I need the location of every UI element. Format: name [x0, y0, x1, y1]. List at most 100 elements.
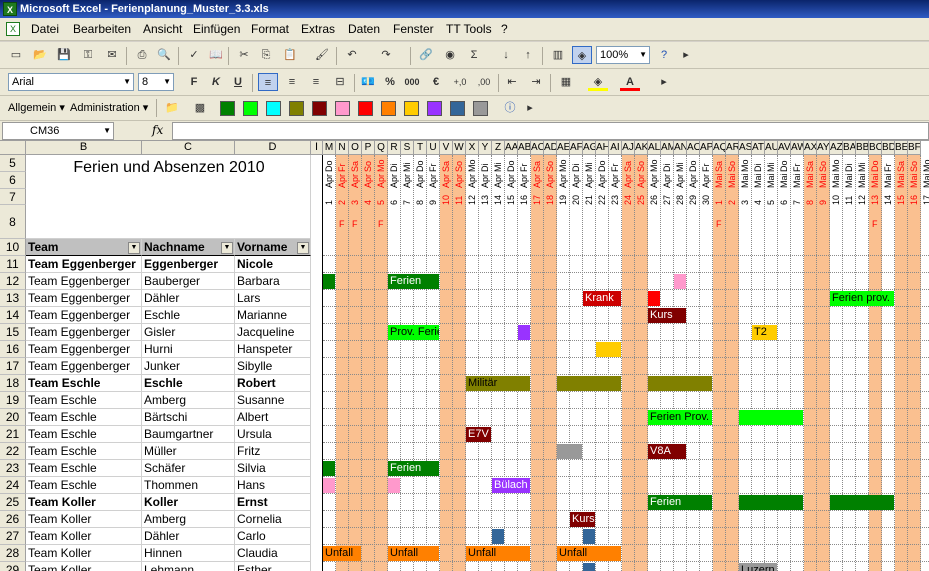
col-header-day[interactable]: BD [882, 141, 895, 155]
absence-block[interactable] [674, 274, 686, 289]
vorname-cell[interactable]: Sibylle [235, 358, 311, 375]
col-header-day[interactable]: AQ [713, 141, 726, 155]
vorname-cell[interactable]: Carlo [235, 528, 311, 545]
color-yellow-swatch[interactable] [404, 101, 419, 116]
new-icon[interactable]: ▭ [6, 46, 26, 64]
team-cell[interactable]: Team Eggenberger [26, 290, 142, 307]
team-cell[interactable]: Team Eschle [26, 477, 142, 494]
day-column[interactable] [492, 155, 505, 571]
select-all-corner[interactable] [0, 141, 26, 155]
zoom-select[interactable]: 100% ▼ [596, 46, 650, 64]
increase-indent-icon[interactable]: ⇥ [526, 73, 546, 91]
absence-block[interactable] [583, 529, 595, 544]
paste-icon[interactable]: 📋 [280, 46, 300, 64]
team-cell[interactable]: Team Koller [26, 562, 142, 571]
row-header[interactable]: 28 [0, 545, 26, 562]
color-olive-swatch[interactable] [289, 101, 304, 116]
day-column[interactable] [557, 155, 570, 571]
print-icon[interactable]: ⎙ [132, 46, 152, 64]
team-cell[interactable]: Team Koller [26, 494, 142, 511]
col-header-day[interactable]: AI [609, 141, 622, 155]
team-cell[interactable]: Team Eschle [26, 426, 142, 443]
vorname-cell[interactable]: Claudia [235, 545, 311, 562]
nachname-cell[interactable]: Müller [142, 443, 235, 460]
row-header[interactable]: 6 [0, 172, 26, 189]
col-header-day[interactable]: AC [531, 141, 544, 155]
row-header[interactable]: 12 [0, 273, 26, 290]
nachname-cell[interactable]: Dähler [142, 528, 235, 545]
color-cyan-swatch[interactable] [266, 101, 281, 116]
day-column[interactable] [895, 155, 908, 571]
thousands-button[interactable]: 000 [402, 73, 422, 91]
print-preview-icon[interactable]: 🔍 [154, 46, 174, 64]
absence-block[interactable] [648, 291, 660, 306]
col-header-i[interactable]: I [311, 141, 323, 155]
absence-block[interactable]: Ferien [388, 461, 439, 476]
day-column[interactable] [726, 155, 739, 571]
hyperlink-icon[interactable]: 🔗 [416, 46, 436, 64]
day-column[interactable] [479, 155, 492, 571]
vorname-cell[interactable]: Ursula [235, 426, 311, 443]
font-color-button[interactable]: A [620, 73, 640, 91]
day-column[interactable] [323, 155, 336, 571]
nachname-cell[interactable]: Hinnen [142, 545, 235, 562]
team-cell[interactable]: Team Koller [26, 545, 142, 562]
decrease-indent-icon[interactable]: ⇤ [502, 73, 522, 91]
absence-block[interactable]: Kurs [570, 512, 595, 527]
row-header[interactable]: 10 [0, 239, 26, 256]
col-header-b[interactable]: B [26, 141, 142, 155]
col-header-day[interactable]: AP [700, 141, 713, 155]
row-header[interactable]: 21 [0, 426, 26, 443]
color-dark-green-swatch[interactable] [220, 101, 235, 116]
italic-button[interactable]: K [206, 73, 226, 91]
absence-block[interactable] [739, 495, 803, 510]
col-header-day[interactable]: AG [583, 141, 596, 155]
col-header-day[interactable]: AA [505, 141, 518, 155]
col-header-day[interactable]: Y [479, 141, 492, 155]
nachname-cell[interactable]: Thommen [142, 477, 235, 494]
percent-button[interactable]: % [380, 73, 400, 91]
day-column[interactable] [362, 155, 375, 571]
drawing-icon[interactable]: ◈ [572, 46, 592, 64]
fill-color-icon[interactable]: ◈ [588, 73, 608, 91]
row-header[interactable]: 15 [0, 324, 26, 341]
day-column[interactable] [804, 155, 817, 571]
col-header-day[interactable]: Z [492, 141, 505, 155]
color-red-swatch[interactable] [358, 101, 373, 116]
absence-block[interactable]: Ferien prov. [830, 291, 894, 306]
nachname-cell[interactable]: Eschle [142, 307, 235, 324]
name-box[interactable]: CM36 ▼ [2, 122, 114, 140]
nachname-cell[interactable]: Schäfer [142, 460, 235, 477]
vorname-cell[interactable]: Lars [235, 290, 311, 307]
col-header-day[interactable]: AN [674, 141, 687, 155]
absence-block[interactable] [739, 410, 803, 425]
vorname-cell[interactable]: Hanspeter [235, 341, 311, 358]
menu-bearbeiten[interactable]: Bearbeiten [70, 22, 134, 36]
absence-block[interactable] [830, 495, 894, 510]
row-header[interactable]: 19 [0, 392, 26, 409]
col-header-day[interactable]: AB [518, 141, 531, 155]
vorname-cell[interactable]: Cornelia [235, 511, 311, 528]
nachname-cell[interactable]: Hurni [142, 341, 235, 358]
day-column[interactable] [544, 155, 557, 571]
absence-block[interactable] [323, 478, 335, 493]
col-header-day[interactable]: AY [817, 141, 830, 155]
col-header-day[interactable]: BA [843, 141, 856, 155]
toolbar-options-icon-3[interactable]: ▸ [520, 99, 540, 117]
col-header-day[interactable]: U [427, 141, 440, 155]
day-column[interactable] [713, 155, 726, 571]
info-icon[interactable]: ⓘ [500, 99, 520, 117]
nachname-cell[interactable]: Koller [142, 494, 235, 511]
row-header[interactable]: 26 [0, 511, 26, 528]
workbook-icon[interactable]: X [6, 22, 20, 36]
team-cell[interactable]: Team Eschle [26, 443, 142, 460]
spelling-icon[interactable]: ✓ [184, 46, 204, 64]
vorname-cell[interactable]: Hans [235, 477, 311, 494]
day-column[interactable] [622, 155, 635, 571]
col-header-day[interactable]: AD [544, 141, 557, 155]
col-header-day[interactable]: AW [791, 141, 804, 155]
col-header-day[interactable]: N [336, 141, 349, 155]
team-cell[interactable]: Team Eschle [26, 460, 142, 477]
day-column[interactable] [531, 155, 544, 571]
col-header-day[interactable]: Q [375, 141, 388, 155]
